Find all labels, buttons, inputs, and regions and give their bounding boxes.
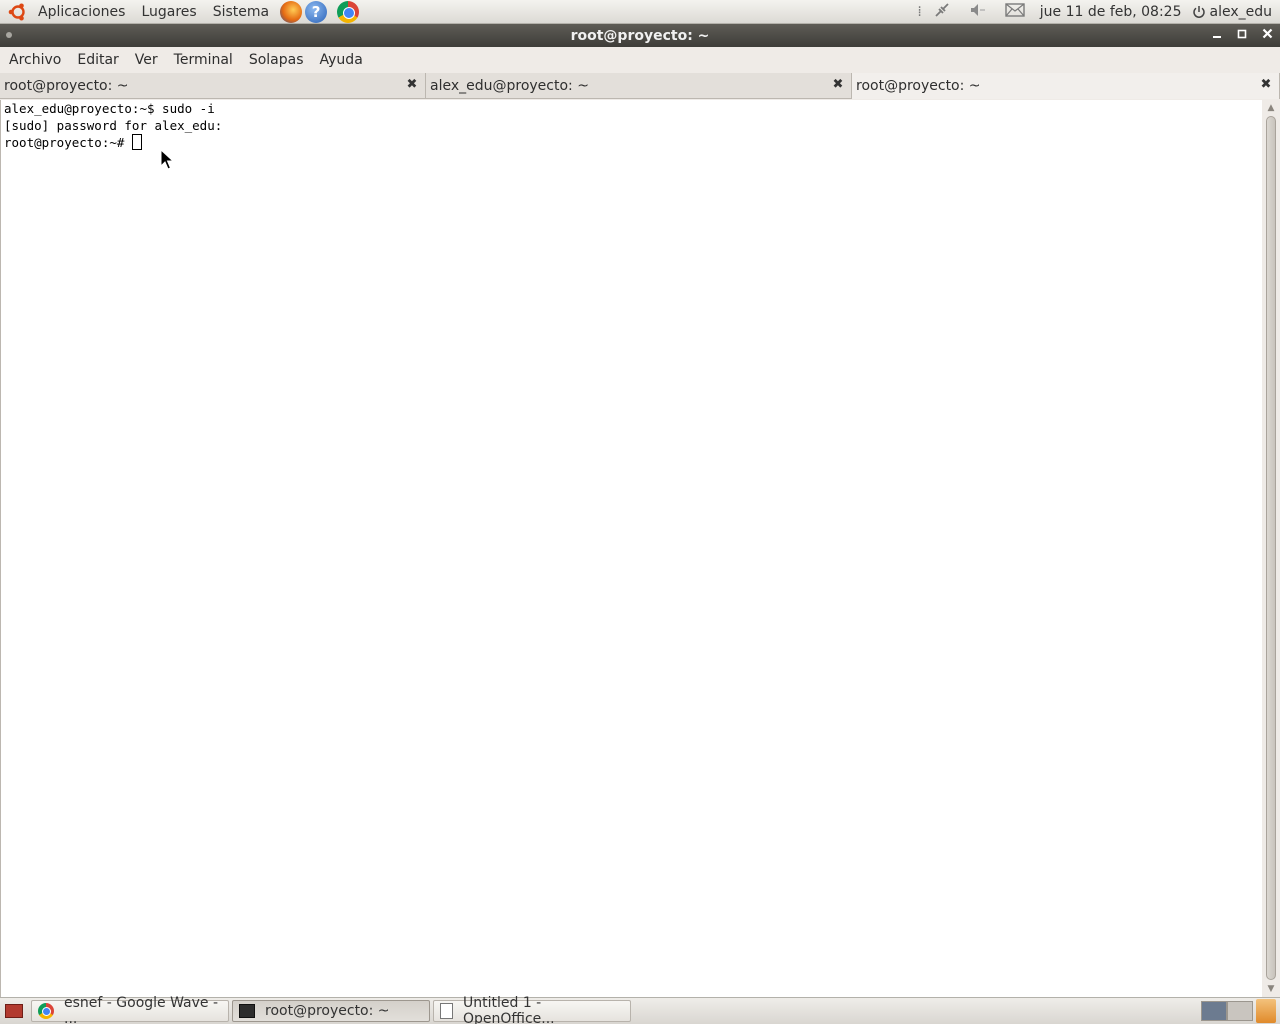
menu-archivo[interactable]: Archivo [1, 52, 69, 68]
user-menu[interactable]: alex_edu [1192, 3, 1273, 20]
mail-icon[interactable] [1005, 2, 1025, 21]
user-name: alex_edu [1209, 3, 1273, 20]
show-desktop-icon[interactable] [5, 1004, 23, 1018]
ubuntu-logo-icon[interactable] [8, 2, 28, 22]
scrollbar-thumb[interactable] [1266, 116, 1276, 980]
close-button[interactable] [1258, 27, 1276, 44]
trash-icon[interactable] [1256, 999, 1276, 1023]
menubar: Archivo Editar Ver Terminal Solapas Ayud… [0, 47, 1280, 73]
terminal-area[interactable]: alex_edu@proyecto:~$ sudo -i [sudo] pass… [0, 100, 1262, 997]
maximize-button[interactable] [1233, 27, 1251, 44]
menu-editar[interactable]: Editar [69, 52, 126, 68]
tab-label: root@proyecto: ~ [4, 77, 129, 94]
chrome-icon [38, 1003, 54, 1019]
tab-bar: root@proyecto: ~ ✖ alex_edu@proyecto: ~ … [0, 73, 1280, 100]
tab-label: alex_edu@proyecto: ~ [430, 77, 589, 94]
terminal-prompt: root@proyecto:~# [4, 135, 132, 150]
menu-ayuda[interactable]: Ayuda [312, 52, 371, 68]
window-titlebar[interactable]: root@proyecto: ~ [0, 24, 1280, 47]
top-panel: Aplicaciones Lugares Sistema ? ⁞ jue 11 … [0, 0, 1280, 24]
taskbar-item-openoffice[interactable]: Untitled 1 - OpenOffice... [433, 995, 631, 1024]
network-icon[interactable] [933, 1, 951, 23]
mouse-pointer-icon [160, 149, 174, 170]
taskbar-item-google-wave[interactable]: esnef - Google Wave - ... [31, 995, 229, 1024]
help-icon[interactable]: ? [305, 0, 328, 23]
tab-close-icon[interactable]: ✖ [1259, 78, 1273, 92]
menu-solapas[interactable]: Solapas [241, 52, 312, 68]
scroll-down-icon[interactable]: ▼ [1266, 984, 1276, 994]
menu-lugares[interactable]: Lugares [133, 4, 204, 20]
taskbar-item-label: esnef - Google Wave - ... [64, 995, 219, 1024]
tab-close-icon[interactable]: ✖ [405, 78, 419, 92]
clock[interactable]: jue 11 de feb, 08:25 [1040, 4, 1182, 20]
menu-sistema[interactable]: Sistema [205, 4, 277, 20]
terminal-line: [sudo] password for alex_edu: [4, 118, 223, 133]
volume-icon[interactable] [969, 2, 987, 22]
tab-root-2[interactable]: root@proyecto: ~ ✖ [852, 73, 1280, 99]
firefox-icon[interactable] [280, 0, 303, 23]
workspace-2[interactable] [1227, 1001, 1253, 1021]
bottom-panel: esnef - Google Wave - ... root@proyecto:… [0, 995, 1280, 1024]
window-title: root@proyecto: ~ [570, 27, 710, 44]
tab-label: root@proyecto: ~ [856, 78, 981, 94]
scroll-up-icon[interactable]: ▲ [1266, 103, 1276, 113]
menu-ver[interactable]: Ver [127, 52, 166, 68]
minimize-button[interactable] [1208, 27, 1226, 44]
terminal-scrollbar[interactable]: ▲ ▼ [1262, 100, 1280, 997]
document-icon [440, 1003, 453, 1019]
window-menu-icon[interactable] [6, 32, 12, 38]
menu-terminal[interactable]: Terminal [166, 52, 241, 68]
terminal-icon [239, 1004, 255, 1018]
chrome-icon[interactable] [337, 0, 360, 23]
terminal-line: alex_edu@proyecto:~$ sudo -i [4, 101, 215, 116]
terminal-cursor [131, 134, 142, 150]
tab-root-1[interactable]: root@proyecto: ~ ✖ [0, 73, 426, 99]
tab-close-icon[interactable]: ✖ [831, 78, 845, 92]
taskbar-item-label: root@proyecto: ~ [265, 1003, 390, 1019]
tab-alex-edu[interactable]: alex_edu@proyecto: ~ ✖ [426, 73, 852, 99]
taskbar-item-terminal[interactable]: root@proyecto: ~ [232, 1000, 430, 1022]
menu-aplicaciones[interactable]: Aplicaciones [30, 4, 133, 20]
workspace-switcher[interactable] [1201, 1001, 1253, 1021]
terminal-prompt-line: root@proyecto:~# [4, 134, 142, 151]
panel-tray: ⁞ jue 11 de feb, 08:25 alex_edu [908, 0, 1280, 24]
handle-icon: ⁞ [917, 3, 922, 20]
power-icon [1192, 5, 1205, 18]
taskbar-item-label: Untitled 1 - OpenOffice... [463, 995, 555, 1024]
workspace-1[interactable] [1201, 1001, 1227, 1021]
